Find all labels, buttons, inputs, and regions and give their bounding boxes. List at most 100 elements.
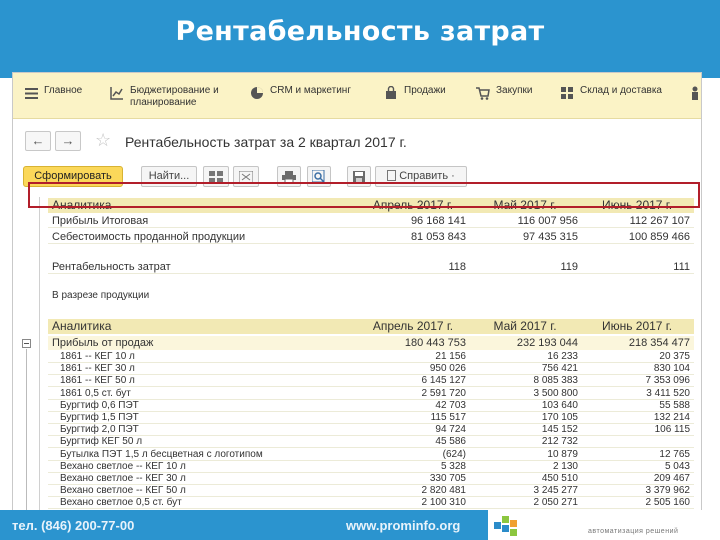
favorite-star-icon[interactable]: ☆ <box>95 131 111 149</box>
cell-value: 81 053 843 <box>410 231 466 243</box>
slide-header: Рентабельность затрат <box>0 0 720 78</box>
row-label: Бургтиф 0,6 ПЭТ <box>60 399 139 411</box>
table-row[interactable]: Бутылка ПЭТ 1,5 л бесцветная с логотипом… <box>48 449 694 461</box>
row-label: Бутылка ПЭТ 1,5 л бесцветная с логотипом <box>60 448 263 460</box>
menu-item-main[interactable]: Главное <box>23 85 82 115</box>
cell-value: 96 168 141 <box>410 215 466 227</box>
footer-website[interactable]: www.prominfo.org <box>346 518 460 533</box>
cell-value <box>584 436 690 448</box>
cell-value: 180 443 753 <box>404 337 466 349</box>
company-logo: автоматизация решений <box>488 510 720 540</box>
cell-value: 100 859 466 <box>628 231 690 243</box>
table-row[interactable]: Вехано светлое -- КЕГ 30 л 330 705 450 510… <box>48 473 694 485</box>
table-row[interactable]: 1861 -- КЕГ 30 л 950 026 756 421 830 104 <box>48 363 694 376</box>
table2-header-row: Аналитика Апрель 2017 г. Май 2017 г. Июн… <box>48 319 694 334</box>
row-label: 1861 -- КЕГ 30 л <box>60 363 135 375</box>
footer-phone: тел. (846) 200-77-00 <box>12 518 135 533</box>
table-row[interactable]: Вехано светлое -- КЕГ 10 л 5 328 2 130 5 04… <box>48 461 694 473</box>
logo-tagline: автоматизация решений <box>588 528 679 535</box>
cell-value: 218 354 477 <box>628 337 690 349</box>
chart-icon <box>109 85 125 101</box>
table-row[interactable]: Бургтиф КЕГ 50 л 45 586 212 732 <box>48 436 694 449</box>
table-row[interactable]: Бургтиф 1,5 ПЭТ 115 517 170 105 132 214 <box>48 412 694 424</box>
row-label: 1861 0,5 ст. бут <box>60 387 131 399</box>
row-label: Вехано светлое 0,5 ст. бут <box>60 497 182 509</box>
menu-item-warehouse[interactable]: Склад и доставка <box>559 85 662 115</box>
row-label: Бургтиф 1,5 ПЭТ <box>60 412 139 423</box>
table-row[interactable]: Себестоимость проданной продукции 81 053… <box>48 230 694 244</box>
cell-value: 170 105 <box>541 412 578 423</box>
cell-value: 950 026 <box>429 363 466 375</box>
menu-item-label: Бюджетирование и планирование <box>130 85 219 108</box>
menu-item-more[interactable] <box>687 85 701 115</box>
menu-item-crm[interactable]: CRM и маркетинг <box>249 85 351 115</box>
cell-value: 97 435 315 <box>522 231 578 243</box>
cell-value: 94 724 <box>435 424 466 436</box>
section-menu: Главное Бюджетирование и планирование CR… <box>13 73 701 119</box>
cell-value: 3 379 962 <box>645 485 691 497</box>
cell-value: 450 510 <box>541 473 578 484</box>
cell-value: 116 007 956 <box>517 215 578 227</box>
cell-value: 5 328 <box>440 460 466 472</box>
row-label: 1861 -- КЕГ 50 л <box>60 375 135 387</box>
table-row[interactable]: Бургтиф 0,6 ПЭТ 42 703 103 640 55 588 <box>48 400 694 412</box>
cell-value: 21 156 <box>435 351 466 362</box>
table-row[interactable]: 1861 -- КЕГ 50 л 6 145 127 8 085 383 7 353 … <box>48 375 694 388</box>
bag-icon <box>383 85 399 101</box>
cell-value: 103 640 <box>541 399 578 411</box>
menu-item-purchases[interactable]: Закупки <box>475 85 532 115</box>
report-sheet: Аналитика Апрель 2017 г. Май 2017 г. Июн… <box>39 197 699 519</box>
table-row[interactable]: Бургтиф 2,0 ПЭТ 94 724 145 152 106 115 <box>48 424 694 437</box>
row-label: Бургтиф 2,0 ПЭТ <box>60 424 139 436</box>
forward-button[interactable]: → <box>55 131 81 151</box>
cell-value: 16 233 <box>547 351 578 362</box>
cell-value: 42 703 <box>435 399 466 411</box>
menu-item-sales[interactable]: Продажи <box>383 85 446 115</box>
table-row[interactable]: Прибыль Итоговая 96 168 141 116 007 956 … <box>48 214 694 228</box>
cell-value: 2 591 720 <box>421 387 467 399</box>
figure-icon <box>687 85 701 101</box>
back-button[interactable]: ← <box>25 131 51 151</box>
app-window: Главное Бюджетирование и планирование CR… <box>12 72 702 520</box>
cell-value: 8 085 383 <box>533 375 579 387</box>
menu-item-budgeting[interactable]: Бюджетирование и планирование <box>109 85 219 115</box>
cell-value: 10 879 <box>547 448 578 460</box>
cell-value: 111 <box>673 261 690 273</box>
table-row[interactable]: 1861 -- КЕГ 10 л 21 156 16 233 20 375 <box>48 351 694 363</box>
cell-value: 756 421 <box>541 363 578 375</box>
menu-item-label: CRM и маркетинг <box>270 85 351 96</box>
cell-value: 212 732 <box>541 436 578 448</box>
cell-value: 3 411 520 <box>646 387 690 399</box>
menu-item-label: Закупки <box>496 85 533 96</box>
row-label: Вехано светлое -- КЕГ 10 л <box>60 460 186 472</box>
section-label: В разрезе продукции <box>52 290 150 301</box>
table-row[interactable]: Вехано светлое 0,5 ст. бут 2 100 310 2 050… <box>48 497 694 510</box>
cell-value: 132 214 <box>653 412 690 423</box>
row-label: Себестоимость проданной продукции <box>52 231 246 243</box>
warehouse-icon <box>559 85 575 101</box>
cell-value: 209 467 <box>653 473 690 484</box>
table-row[interactable]: 1861 0,5 ст. бут 2 591 720 3 500 800 3 411 … <box>48 388 694 400</box>
cell-value: 3 245 277 <box>533 485 579 497</box>
menu-item-label: Главное <box>44 85 83 96</box>
cell-value: 55 588 <box>659 399 690 411</box>
menu-item-label: Склад и доставка <box>580 85 662 96</box>
group-row[interactable]: Прибыль от продаж 180 443 753 232 193 04… <box>48 336 694 350</box>
cell-value: 118 <box>448 261 466 273</box>
pie-icon <box>249 85 265 101</box>
cell-value: 3 500 800 <box>533 387 579 399</box>
cell-value: 330 705 <box>429 473 466 484</box>
form-navigation: ← → ☆ Рентабельность затрат за 2 квартал… <box>13 125 701 159</box>
collapse-toggle-icon[interactable] <box>22 339 31 348</box>
table-row[interactable]: Вехано светлое -- КЕГ 50 л 2 820 481 3 245… <box>48 485 694 498</box>
slide-title: Рентабельность затрат <box>175 16 545 47</box>
row-label: Вехано светлое -- КЕГ 30 л <box>60 473 186 484</box>
row-label: Прибыль от продаж <box>52 337 154 349</box>
sheet-gutter <box>13 197 39 519</box>
table-row-highlighted[interactable]: Рентабельность затрат 118 119 111 <box>48 260 694 274</box>
cell-value: 2 100 310 <box>421 497 467 509</box>
cell-value: 830 104 <box>653 363 690 375</box>
cell-value: 2 050 271 <box>533 497 579 509</box>
column-header: Июнь 2017 г. <box>601 319 673 333</box>
column-header: Апрель 2017 г. <box>372 319 454 333</box>
